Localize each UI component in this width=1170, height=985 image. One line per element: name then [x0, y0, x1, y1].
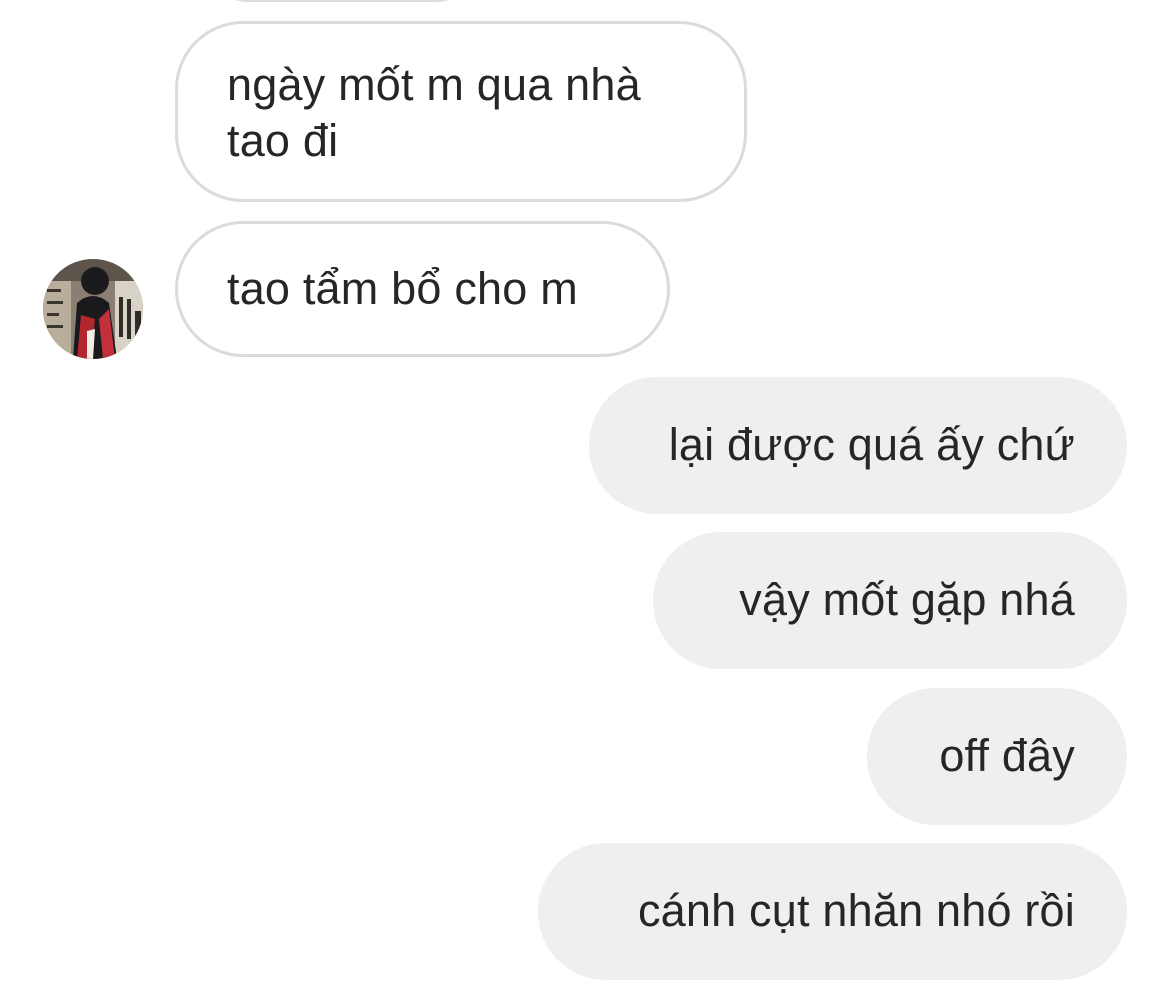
message-bubble-outgoing[interactable]: off đây — [867, 688, 1127, 825]
message-text: tao tẩm bổ cho m — [227, 263, 578, 314]
message-text: off đây — [939, 730, 1075, 781]
message-text-line: tao đi — [227, 115, 339, 166]
message-bubble-outgoing[interactable]: vậy mốt gặp nhá — [653, 532, 1127, 669]
sender-avatar[interactable] — [43, 259, 143, 359]
message-text: vậy mốt gặp nhá — [739, 574, 1075, 625]
message-bubble-incoming[interactable]: ngày mốt m qua nhà tao đi — [175, 21, 747, 202]
chat-thread: ngày mốt m qua nhà tao đi tao tẩm bổ cho… — [0, 0, 1170, 985]
message-bubble-incoming[interactable]: tao tẩm bổ cho m — [175, 221, 670, 357]
message-bubble-outgoing[interactable]: lại được quá ấy chứ — [589, 377, 1127, 514]
message-text: lại được quá ấy chứ — [668, 419, 1075, 470]
message-bubble-partial[interactable] — [208, 0, 476, 2]
message-bubble-outgoing[interactable]: cánh cụt nhăn nhó rồi — [538, 843, 1127, 980]
profile-photo-avatar — [43, 259, 143, 359]
message-text-line: ngày mốt m qua nhà — [227, 59, 641, 110]
message-text: cánh cụt nhăn nhó rồi — [637, 885, 1075, 936]
